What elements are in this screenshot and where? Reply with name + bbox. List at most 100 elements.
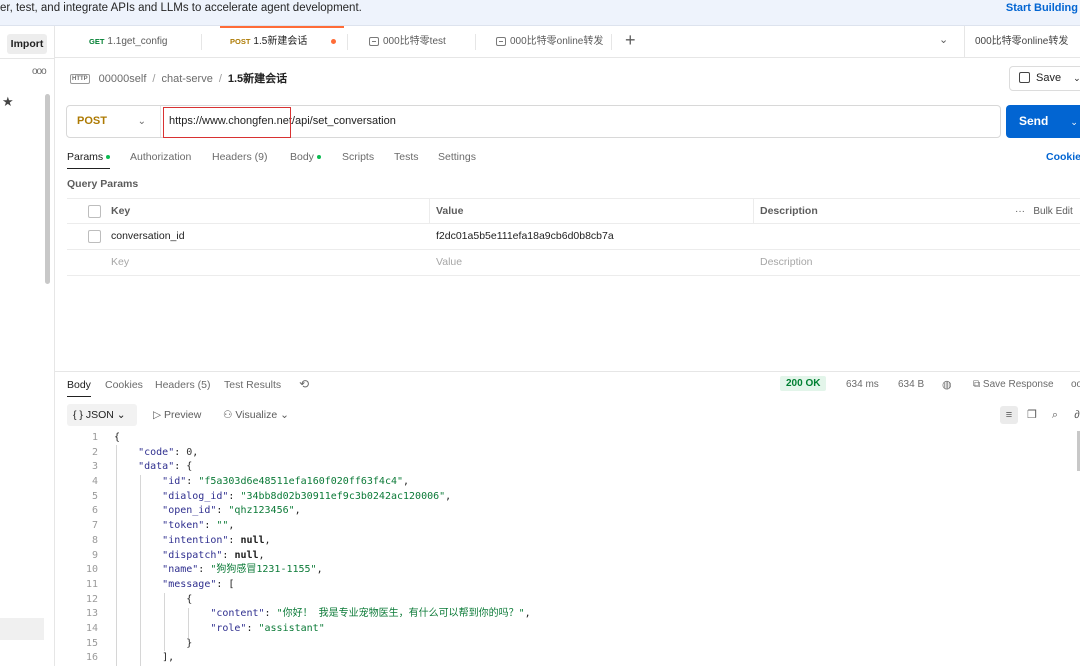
sidebar-scrollbar[interactable] — [45, 94, 50, 284]
select-all-checkbox[interactable] — [88, 205, 101, 218]
code-line: 7 "token": "", — [55, 519, 1080, 534]
bulk-edit-button[interactable]: ··· Bulk Edit — [1015, 199, 1073, 224]
star-icon[interactable]: ★ — [2, 94, 14, 110]
response-time[interactable]: 634 ms — [846, 379, 879, 390]
line-number: 2 — [91, 446, 98, 458]
tab-body[interactable]: Body — [290, 151, 321, 163]
tab-scripts[interactable]: Scripts — [342, 151, 374, 163]
method-selector[interactable]: POST ⌄ — [67, 106, 161, 137]
tab-headers[interactable]: Headers (9) — [212, 151, 267, 163]
breadcrumb-collection[interactable]: chat-serve — [161, 73, 212, 85]
tab-test-results[interactable]: Test Results — [224, 379, 281, 391]
save-button[interactable]: Save ⌄ — [1009, 66, 1080, 91]
search-icon[interactable]: ⌕ — [1046, 406, 1064, 424]
globe-icon[interactable]: ◍ — [942, 378, 952, 391]
tab-workspace-test[interactable]: 000比特零test — [369, 26, 446, 58]
param-key[interactable]: conversation_id — [111, 224, 185, 249]
code-line: 4 "id": "f5a303d6e48511efa160f020ff63f4c… — [55, 475, 1080, 490]
code-line: 9 "dispatch": null, — [55, 549, 1080, 564]
more-options-icon[interactable]: ooo — [32, 66, 47, 77]
param-checkbox[interactable] — [88, 230, 101, 243]
tab-workspace-online[interactable]: 000比特零online转发 — [496, 26, 603, 58]
key-placeholder[interactable]: Key — [111, 250, 129, 275]
sidebar-selected-item[interactable] — [0, 618, 44, 640]
tab-method: GET — [89, 37, 105, 46]
chevron-down-icon[interactable]: ⌄ — [1070, 117, 1078, 127]
breadcrumb-request[interactable]: 1.5新建会话 — [228, 73, 287, 85]
param-value[interactable]: f2dc01a5b5e111efa18a9cb6d0b8cb7a — [436, 224, 614, 249]
description-placeholder[interactable]: Description — [760, 250, 813, 275]
line-number: 11 — [85, 578, 98, 590]
tab-separator — [475, 34, 476, 50]
method-label: POST — [77, 115, 107, 127]
history-icon[interactable]: ⟲ — [299, 377, 309, 391]
tab-settings[interactable]: Settings — [438, 151, 476, 163]
code-line: 10 "name": "狗狗感冒1231-1155", — [55, 563, 1080, 578]
code-line: 1{ — [55, 431, 1080, 446]
json-dialog-id-value: "34bb8d02b30911ef9c3b0242ac120006" — [240, 490, 446, 502]
save-response-button[interactable]: ⧉ Save Response — [973, 379, 1054, 390]
import-button[interactable]: Import — [7, 34, 47, 54]
visualize-icon: ⚇ — [223, 409, 233, 421]
active-dot-icon — [106, 155, 111, 160]
unsaved-dot-icon — [331, 38, 337, 44]
value-placeholder[interactable]: Value — [436, 250, 462, 275]
line-number: 3 — [91, 461, 98, 473]
tab-authorization[interactable]: Authorization — [130, 151, 191, 163]
code-line: 3 "data": { — [55, 460, 1080, 475]
tab-response-headers[interactable]: Headers (5) — [155, 379, 210, 391]
response-divider[interactable] — [55, 371, 1080, 372]
column-key: Key — [111, 205, 131, 217]
wrap-lines-icon[interactable]: ≡ — [1000, 406, 1018, 424]
preview-button[interactable]: ▷ Preview — [153, 404, 201, 426]
send-button[interactable]: Send ⌄ — [1006, 105, 1080, 138]
tab-separator — [347, 34, 348, 50]
code-line: 15 } — [55, 637, 1080, 652]
line-number: 13 — [85, 608, 98, 620]
line-number: 9 — [91, 549, 98, 561]
line-number: 1 — [91, 432, 98, 443]
copy-icon[interactable]: ❐ — [1023, 406, 1041, 424]
status-badge[interactable]: 200 OK — [780, 376, 827, 391]
cookies-link[interactable]: Cookie — [1046, 151, 1080, 163]
column-divider — [753, 199, 754, 224]
tab-response-body[interactable]: Body — [67, 379, 91, 397]
sidebar-divider — [0, 58, 55, 59]
new-tab-plus-icon[interactable]: + — [625, 30, 636, 51]
preview-label: Preview — [164, 409, 202, 421]
tab-new-conversation[interactable]: POST 1.5新建会话 — [219, 26, 345, 58]
breadcrumb-separator: / — [152, 73, 156, 85]
tab-label: 000比特零online转发 — [510, 36, 604, 47]
tab-tests[interactable]: Tests — [394, 151, 419, 163]
http-icon: HTTP — [70, 74, 90, 85]
more-options-icon[interactable]: oo — [1071, 379, 1080, 390]
tab-response-cookies[interactable]: Cookies — [105, 379, 143, 391]
tab-separator — [201, 34, 202, 50]
tab-label: Params — [67, 151, 104, 163]
save-label: Save — [1036, 72, 1062, 84]
tab-label: 1.1get_config — [107, 36, 168, 47]
chevron-down-icon[interactable]: ⌄ — [1073, 73, 1080, 83]
request-tabs-bar: GET 1.1get_config POST 1.5新建会话 000比特零test … — [55, 26, 1080, 58]
tab-label: Body — [290, 151, 314, 163]
link-icon[interactable]: ∂ — [1068, 406, 1080, 424]
visualize-button[interactable]: ⚇ Visualize ⌄ — [223, 404, 289, 426]
format-toolbar: { } JSON ⌄ ▷ Preview ⚇ Visualize ⌄ ≡ ❐ ⌕… — [67, 404, 1080, 426]
tab-get-config[interactable]: GET 1.1get_config — [89, 26, 167, 58]
save-response-label: Save Response — [982, 379, 1054, 390]
tab-params[interactable]: Params — [67, 151, 111, 169]
start-building-link[interactable]: Start Building — [1006, 2, 1078, 14]
code-line: 16 ], — [55, 651, 1080, 666]
response-size[interactable]: 634 B — [898, 379, 924, 390]
response-body-viewer[interactable]: 1{ 2 "code": 0, 3 "data": { 4 "id": "f5a… — [55, 431, 1080, 666]
breadcrumb-workspace[interactable]: 00000self — [99, 73, 147, 85]
code-line: 12 { — [55, 593, 1080, 608]
table-header-row: Key Value Description ··· Bulk Edit — [67, 198, 1080, 224]
tabs-chevron-down-icon[interactable]: ⌄ — [939, 33, 948, 46]
bulk-edit-label: Bulk Edit — [1033, 206, 1073, 217]
highlight-box — [163, 107, 291, 138]
banner-message: er, test, and integrate APIs and LLMs to… — [0, 2, 362, 14]
sidebar: Import ooo ★ — [0, 26, 55, 666]
environment-selector[interactable]: 000比特零online转发 — [964, 26, 1080, 58]
format-selector[interactable]: { } JSON ⌄ — [67, 404, 137, 426]
